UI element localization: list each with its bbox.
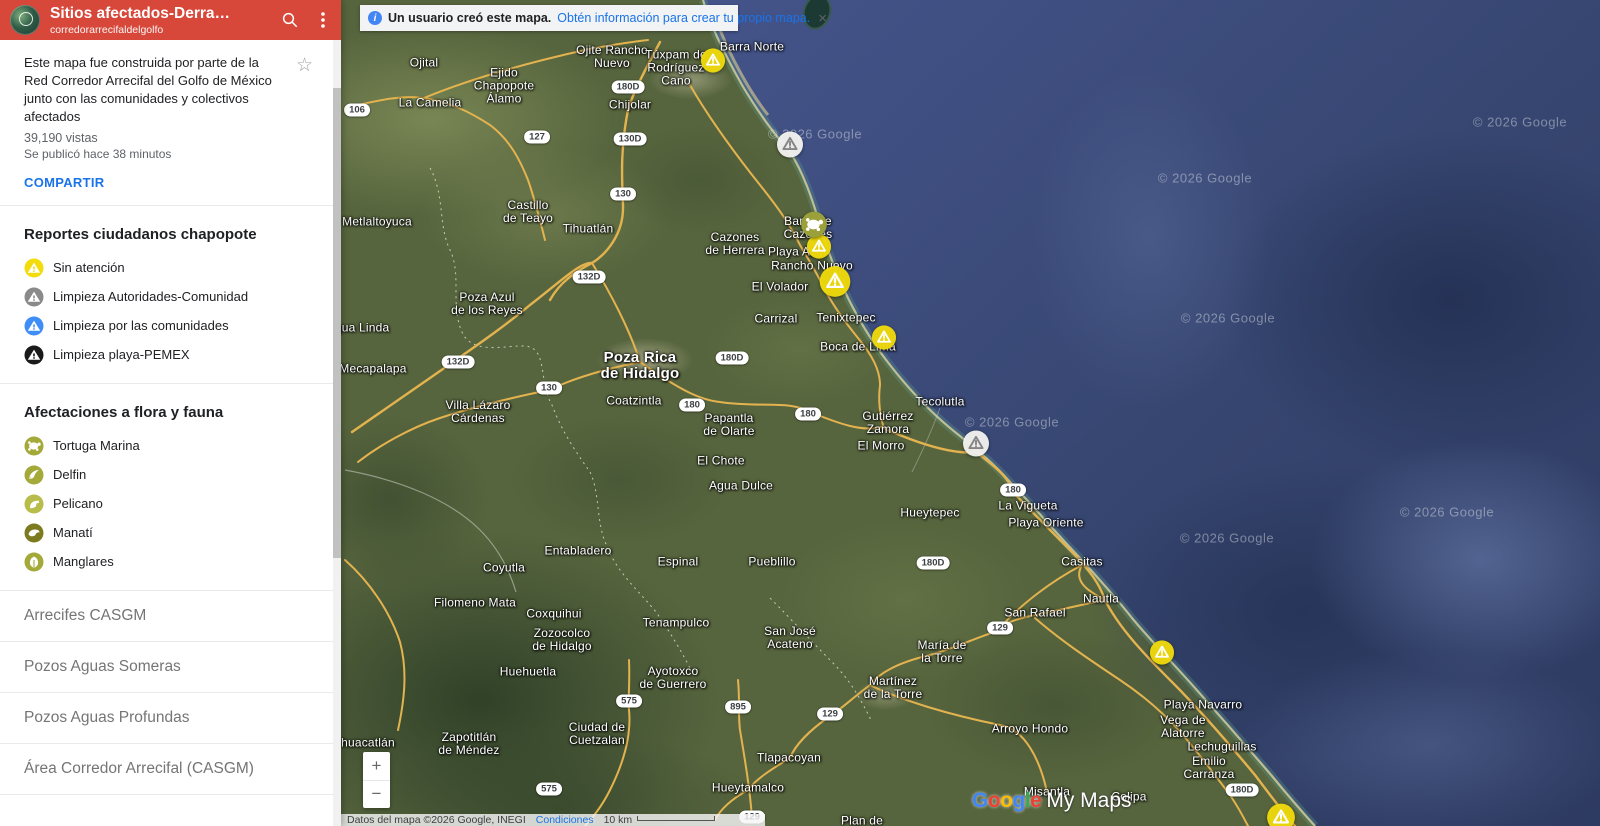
turtle-icon (24, 436, 44, 456)
legend-item-label: Limpieza por las comunidades (53, 318, 229, 333)
legend-item[interactable]: Limpieza playa-PEMEX (0, 340, 341, 369)
notification-text: Un usuario creó este mapa. (388, 11, 552, 25)
legend-item[interactable]: Tortuga Marina (0, 431, 341, 460)
bird-icon (24, 494, 44, 514)
legend-item[interactable]: Limpieza Autoridades-Comunidad (0, 282, 341, 311)
star-icon[interactable]: ☆ (296, 54, 313, 77)
scale-ruler (637, 816, 716, 821)
legend-item-label: Manglares (53, 554, 114, 569)
close-icon[interactable]: × (816, 9, 829, 28)
layer-heading[interactable]: Pozos Aguas Someras (0, 642, 341, 692)
triangle-icon (24, 316, 44, 336)
map-titles: Sitios afectados-Derra… corredorarrecifa… (50, 5, 271, 36)
zoom-out-button[interactable]: − (363, 781, 390, 809)
marker-sin-atencion[interactable] (700, 48, 726, 79)
legend-item-label: Limpieza Autoridades-Comunidad (53, 289, 249, 304)
triangle-icon (24, 287, 44, 307)
legend-item[interactable]: Sin atención (0, 253, 341, 282)
map-avatar (10, 5, 40, 35)
my-maps-wordmark: My Maps (1046, 789, 1132, 812)
legend-item[interactable]: Manglares (0, 547, 341, 576)
google-my-maps-logo[interactable]: Google My Maps (972, 789, 1132, 813)
legend-item[interactable]: Pelicano (0, 489, 341, 518)
map-title: Sitios afectados-Derra… (50, 4, 231, 22)
sidebar: Sitios afectados-Derra… corredorarrecifa… (0, 0, 341, 826)
map-notification-bar: i Un usuario creó este mapa. Obtén infor… (360, 5, 827, 31)
overflow-menu-icon[interactable] (315, 11, 331, 29)
my-maps-viewer: © 2026 Google © 2026 Google © 2026 Google ©… (0, 0, 1600, 826)
marker-sin-atencion[interactable] (1149, 640, 1175, 671)
legend-item[interactable]: Delfin (0, 460, 341, 489)
map-owner: corredorarrecifaldelgolfo (50, 23, 164, 36)
attribution-text: Datos del mapa ©2026 Google, INEGI (347, 814, 526, 826)
layer-heading[interactable]: Arrecifes CASGM (0, 591, 341, 641)
legend-item-label: Sin atención (53, 260, 125, 275)
map-description-block: Este mapa fue construida por parte de la… (0, 40, 341, 192)
google-logo: Google (972, 789, 1042, 812)
legend-item[interactable]: Manatí (0, 518, 341, 547)
marker-limpieza[interactable] (962, 430, 990, 463)
marker-limpieza[interactable] (776, 131, 804, 164)
terms-link[interactable]: Condiciones (536, 814, 594, 826)
layer-list: Arrecifes CASGM Pozos Aguas Someras Pozos … (0, 591, 341, 795)
layer-heading[interactable]: Área Corredor Arrecifal (CASGM) (0, 744, 341, 794)
marker-sin-atencion[interactable] (819, 265, 852, 303)
info-icon: i (368, 11, 382, 25)
share-button[interactable]: COMPARTIR (24, 175, 104, 190)
legend-section-title: Reportes ciudadanos chapopote (24, 226, 257, 243)
triangle-icon (24, 345, 44, 365)
leaf-icon (24, 552, 44, 572)
legend-item-label: Tortuga Marina (53, 438, 140, 453)
divider (0, 794, 341, 795)
marker-sin-atencion[interactable] (871, 325, 897, 356)
view-count: 39,190 vistas (24, 131, 98, 145)
triangle-icon (24, 258, 44, 278)
marker-sin-atencion[interactable] (1266, 803, 1296, 826)
dolphin-icon (24, 465, 44, 485)
legend-sections: Reportes ciudadanos chapopote Sin atenció… (0, 206, 341, 591)
legend-item-label: Pelicano (53, 496, 103, 511)
published-time: Se publicó hace 38 minutos (24, 147, 172, 161)
zoom-control: + − (363, 752, 390, 808)
legend-item-label: Delfin (53, 467, 87, 482)
legend-item-label: Limpieza playa-PEMEX (53, 347, 190, 362)
create-own-map-link[interactable]: Obtén información para crear tu propio m… (557, 11, 810, 25)
scale-bar: 10 km (604, 814, 716, 826)
sidebar-header: Sitios afectados-Derra… corredorarrecifa… (0, 0, 341, 40)
legend-section-title: Afectaciones a flora y fauna (24, 404, 224, 421)
marker-tortuga-marina[interactable] (801, 211, 828, 243)
scrollbar-thumb[interactable] (333, 88, 341, 558)
zoom-in-button[interactable]: + (363, 752, 390, 781)
scale-label: 10 km (603, 814, 633, 826)
manatee-icon (24, 523, 44, 543)
sidebar-scrollbar[interactable] (333, 40, 341, 826)
layer-heading[interactable]: Pozos Aguas Profundas (0, 693, 341, 743)
legend-item-label: Manatí (53, 525, 93, 540)
legend-item[interactable]: Limpieza por las comunidades (0, 311, 341, 340)
map-attribution-bar: Datos del mapa ©2026 Google, INEGI Condi… (341, 814, 765, 826)
search-icon[interactable] (281, 11, 299, 29)
map-description: Este mapa fue construida por parte de la… (24, 55, 272, 124)
